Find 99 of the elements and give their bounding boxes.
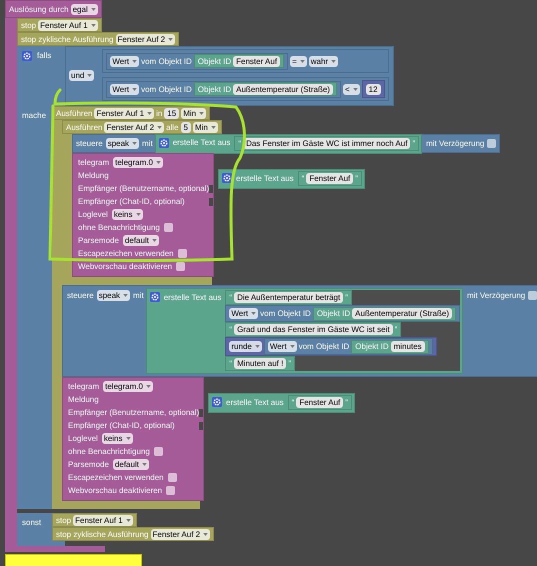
quote-mark: “ xyxy=(229,293,232,302)
text-field[interactable]: 12 xyxy=(366,84,381,94)
block-label: Objekt ID xyxy=(355,342,389,351)
dropdown[interactable]: telegram.0 xyxy=(103,381,153,392)
block-label: stop zyklische Ausführung xyxy=(21,34,114,44)
block-label: in xyxy=(156,108,162,118)
block-label: Loglevel xyxy=(68,434,98,443)
block-label: Escapezeichen verwenden xyxy=(68,473,164,482)
dropdown[interactable]: keins xyxy=(112,209,142,220)
text-field[interactable]: Fenster Auf xyxy=(296,397,344,408)
text-field[interactable]: minutes xyxy=(390,341,425,352)
quote-mark: ” xyxy=(345,398,348,407)
quote-mark: “ xyxy=(238,138,242,148)
quote-mark: ” xyxy=(394,325,398,334)
dropdown[interactable]: Wert xyxy=(268,341,297,352)
block-label: Webvorschau deaktivieren xyxy=(68,486,162,495)
block-label: vom Objekt ID xyxy=(141,56,192,66)
block-label: Objekt ID xyxy=(316,309,350,318)
quote-mark: “ xyxy=(302,174,304,183)
quote-mark: “ xyxy=(292,398,294,407)
block-label: Auslösung durch xyxy=(9,4,69,14)
dropdown[interactable]: und xyxy=(69,70,94,80)
block-label: Ausführen xyxy=(66,122,102,132)
dropdown[interactable]: = xyxy=(290,56,307,66)
text-field[interactable]: 15 xyxy=(164,108,180,118)
block-label: Empfänger (Benutzername, optional) xyxy=(68,408,200,417)
block-label: erstelle Text aus xyxy=(164,292,222,302)
dropdown[interactable]: Fenster Auf 1 xyxy=(38,20,98,30)
dropdown[interactable]: Wert xyxy=(110,84,140,94)
block-label: telegram xyxy=(68,382,100,391)
block-label: erstelle Text aus xyxy=(226,398,284,406)
dropdown[interactable]: telegram.0 xyxy=(113,157,163,168)
dropdown[interactable]: Wert xyxy=(229,308,258,319)
block-label: erstelle Text aus xyxy=(236,174,294,182)
quote-mark: ” xyxy=(412,138,416,148)
block-label: Empfänger (Benutzername, optional) xyxy=(78,184,210,193)
block-label: Parsemode xyxy=(68,460,109,469)
block-label: Ausführen xyxy=(56,108,92,118)
block-label: Empfänger (Chat-ID, optional) xyxy=(68,421,175,430)
block-label: ohne Benachrichtigung xyxy=(68,447,150,456)
text-field[interactable]: Das Fenster im Gäste WC ist immer noch Auf xyxy=(243,138,410,148)
dropdown[interactable]: Wert xyxy=(110,56,140,66)
dropdown[interactable]: speak xyxy=(106,138,140,149)
block-label: mit Verzögerung xyxy=(466,291,526,300)
quote-mark: ” xyxy=(355,174,358,183)
dropdown[interactable]: default xyxy=(112,459,149,470)
dropdown[interactable]: egal xyxy=(70,4,98,14)
block-label: steuere xyxy=(76,139,103,148)
block-label: stop zyklische Ausführung xyxy=(56,530,148,538)
dropdown[interactable]: Fenster Auf 1 xyxy=(94,108,154,118)
block-label: telegram xyxy=(78,158,110,167)
quote-mark: ” xyxy=(345,293,348,302)
dropdown[interactable]: runde xyxy=(229,341,262,352)
dropdown[interactable]: < xyxy=(342,84,360,94)
dropdown[interactable]: wahr xyxy=(308,56,338,66)
block-label: Loglevel xyxy=(78,210,108,219)
block-label: stop xyxy=(21,20,36,30)
block-label: mit xyxy=(133,291,144,300)
block-label: erstelle Text aus xyxy=(172,138,230,147)
text-field[interactable]: Die Außentemperatur beträgt xyxy=(234,292,344,303)
block-label: vom Objekt ID xyxy=(260,309,311,318)
text-field[interactable]: Grad und das Fenster im Gäste WC ist seit xyxy=(234,324,393,335)
dropdown[interactable]: Fenster Auf 2 xyxy=(150,528,210,540)
block-label: Empfänger (Chat-ID, optional) xyxy=(78,197,185,206)
block-label: stop xyxy=(56,516,72,524)
block-label: mache xyxy=(22,111,46,120)
block-label: Objekt ID xyxy=(198,84,232,94)
block-label: Meldung xyxy=(78,171,109,180)
text-field[interactable]: Fenster Auf xyxy=(306,173,354,184)
block-label: Meldung xyxy=(68,395,99,404)
block-label: alle xyxy=(166,122,179,132)
text-field[interactable]: Außentemperatur (Straße) xyxy=(233,84,333,94)
block-label: sonst xyxy=(22,518,42,527)
block-label: ohne Benachrichtigung xyxy=(78,223,160,232)
block-label: Objekt ID xyxy=(198,56,232,66)
block-label: mit Verzögerung xyxy=(426,139,484,148)
text-field[interactable]: Minuten auf ! xyxy=(234,358,286,369)
dropdown[interactable]: Fenster Auf 1 xyxy=(73,514,133,526)
block-label: vom Objekt ID xyxy=(141,84,192,94)
dropdown[interactable]: Min xyxy=(192,122,218,132)
text-field[interactable]: Außentemperatur (Straße) xyxy=(352,308,452,319)
quote-mark: ” xyxy=(288,359,291,368)
quote-mark: “ xyxy=(229,325,232,334)
dropdown[interactable]: speak xyxy=(96,290,130,301)
block-label: mit xyxy=(142,139,153,148)
block-label: Escapezeichen verwenden xyxy=(78,249,174,258)
block-label: steuere xyxy=(67,291,94,300)
block-label: Parsemode xyxy=(78,236,119,245)
block-label: falls xyxy=(37,51,52,60)
text-field[interactable]: 5 xyxy=(180,122,191,132)
dropdown[interactable]: Fenster Auf 2 xyxy=(116,34,176,44)
dropdown[interactable]: default xyxy=(122,235,159,246)
quote-mark: “ xyxy=(229,359,232,368)
dropdown[interactable]: keins xyxy=(102,433,132,444)
text-field[interactable]: Fenster Auf xyxy=(233,56,280,66)
dropdown[interactable]: Fenster Auf 2 xyxy=(104,122,164,132)
block-label: vom Objekt ID xyxy=(298,342,350,351)
dropdown[interactable]: Min xyxy=(181,108,206,118)
block-label: Webvorschau deaktivieren xyxy=(78,262,172,271)
